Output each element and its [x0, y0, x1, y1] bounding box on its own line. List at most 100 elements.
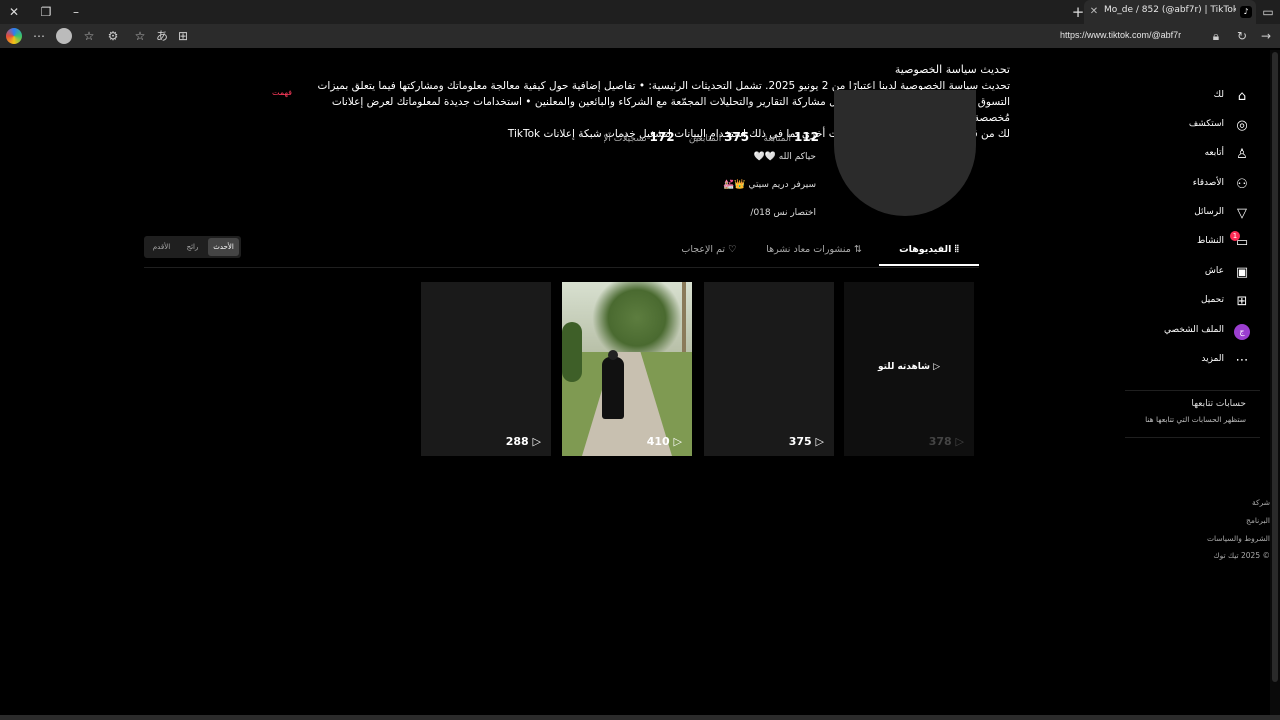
close-window-icon[interactable]: ✕: [2, 0, 26, 24]
video-card[interactable]: 410 ▷: [562, 282, 692, 456]
video-card[interactable]: 375 ▷: [704, 282, 834, 456]
favorites-icon[interactable]: ☆: [80, 27, 98, 45]
minimize-window-icon[interactable]: –: [64, 0, 88, 24]
restore-window-icon[interactable]: ❐: [34, 0, 58, 24]
sidebar-item-label: تحميل: [1200, 295, 1224, 305]
likes-label: تسجيلات الإعجاب: [604, 134, 647, 144]
bio-line: حياكم الله 🤍🤍: [753, 152, 816, 162]
sidebar-item-explore[interactable]: ◎ استكشف: [1120, 115, 1260, 137]
add-favorite-icon[interactable]: ☆: [131, 27, 149, 45]
tab-close-icon[interactable]: ✕: [1086, 0, 1102, 24]
user-follow-icon: ♙: [1236, 147, 1248, 162]
sort-latest-button[interactable]: الأحدث: [208, 238, 239, 256]
upload-icon: ⊞: [1236, 294, 1248, 309]
video-card[interactable]: 288 ▷: [421, 282, 551, 456]
compass-icon: ◎: [1236, 118, 1248, 133]
sidebar-item-label: عاش: [1204, 266, 1224, 276]
active-tab-indicator: [879, 264, 979, 266]
sidebar-item-friends[interactable]: ⚇ الأصدقاء: [1120, 174, 1260, 196]
thumbnail-pole: [682, 282, 686, 362]
page-viewport: تحديث سياسة الخصوصية تحديث سياسة الخصوصي…: [4, 50, 1270, 715]
likes-count: 172: [649, 130, 675, 144]
video-views: 410 ▷: [647, 435, 682, 448]
sidebar-item-label: المزيد: [1201, 354, 1224, 364]
tab-reposts[interactable]: ⇅ منشورات معاد نشرها: [754, 236, 874, 264]
play-icon: ▷: [532, 435, 541, 448]
friends-icon: ⚇: [1236, 177, 1248, 192]
followers-count[interactable]: 375: [724, 130, 749, 144]
forward-icon[interactable]: →: [1257, 27, 1275, 45]
sort-toggle: الأحدث رائج الأقدم: [144, 236, 241, 258]
tiktok-icon: ♪: [1240, 6, 1252, 18]
sidebar-item-profile[interactable]: ج الملف الشخصي: [1120, 321, 1260, 343]
footer-link-program[interactable]: البرنامج: [1246, 516, 1270, 525]
sidebar-item-activity[interactable]: ▭ 1 النشاط: [1120, 231, 1260, 254]
notification-badge: 1: [1230, 231, 1240, 241]
followers-label: المتابعين: [688, 134, 722, 144]
watched-label: شاهدته للتو: [877, 362, 930, 372]
sidebar-item-more[interactable]: ⋯ المزيد: [1120, 350, 1260, 372]
browser-tab[interactable]: ✕ Mo_de / 852 (@abf7r) | TikTok ♪: [1084, 0, 1256, 24]
url-field[interactable]: https://www.tiktok.com/@abf7r: [1060, 30, 1204, 40]
grid-icon: ⦙⦙: [954, 244, 959, 255]
more-icon: ⋯: [1235, 353, 1249, 368]
home-icon: ⌂: [1237, 89, 1247, 104]
avatar[interactable]: [56, 28, 72, 44]
footer-link-terms[interactable]: الشروط والسياسات: [1207, 534, 1270, 543]
extensions-icon[interactable]: ⚙: [104, 27, 122, 45]
sidebar-item-label: الرسائل: [1194, 207, 1224, 217]
tab-liked[interactable]: ♡ تم الإعجاب: [654, 236, 764, 264]
video-views: 375 ▷: [789, 435, 824, 448]
profile-icon: ج: [1234, 324, 1250, 340]
send-icon: ▽: [1237, 206, 1247, 221]
scrollbar-thumb[interactable]: [1272, 52, 1278, 682]
lock-icon[interactable]: 🔒︎: [1207, 27, 1225, 45]
bio-link[interactable]: اختصار نس 018/: [516, 208, 816, 218]
play-icon: ▷: [955, 435, 964, 448]
sort-oldest-button[interactable]: الأقدم: [146, 238, 177, 256]
video-views: 378 ▷: [929, 435, 964, 448]
following-count[interactable]: 112: [794, 130, 819, 144]
tab-liked-label: تم الإعجاب: [681, 244, 726, 255]
sidebar-item-label: استكشف: [1188, 119, 1224, 129]
sidebar-item-messages[interactable]: ▽ الرسائل: [1120, 203, 1260, 225]
address-bar: ⋯ ☆ ⚙ ☆ あ ⊞ https://www.tiktok.com/@abf7…: [0, 24, 1280, 48]
window-bottom-edge: [0, 715, 1280, 720]
profile-picture[interactable]: [834, 90, 976, 216]
footer-link-company[interactable]: شركة: [1252, 498, 1270, 507]
play-icon: ▷: [933, 362, 941, 372]
collections-icon[interactable]: ⊞: [174, 27, 192, 45]
profile-stats: 112 المتابَعة 375 المتابعين 172 تسجيلات …: [604, 130, 819, 144]
thumbnail-tree: [592, 282, 682, 362]
footer-copyright: © 2025 تيك توك: [1213, 551, 1270, 560]
heart-off-icon: ♡: [728, 244, 737, 255]
live-icon: ▣: [1235, 265, 1249, 280]
watched-overlay: ▷ شاهدته للتو: [844, 362, 974, 372]
sidebar-item-following[interactable]: ♙ أتابعه: [1120, 144, 1260, 166]
sidebar-item-for-you[interactable]: ⌂ لك: [1120, 86, 1260, 108]
profile-tabs: الأحدث رائج الأقدم ♡ تم الإعجاب ⇅ منشورا…: [144, 236, 979, 268]
sidebar-item-label: الملف الشخصي: [1164, 325, 1224, 335]
tab-videos-label: الفيديوهات: [899, 244, 952, 255]
tab-actions-icon[interactable]: ▭: [1256, 0, 1280, 24]
thumbnail-character: [602, 357, 624, 419]
copilot-icon[interactable]: [6, 28, 22, 44]
sidebar-item-label: لك: [1213, 90, 1224, 100]
tab-videos[interactable]: ⦙⦙ الفيديوهات: [879, 236, 979, 264]
sort-popular-button[interactable]: رائج: [177, 238, 208, 256]
refresh-icon[interactable]: ↻: [1233, 27, 1251, 45]
video-card[interactable]: ▷ شاهدته للتو 378 ▷: [844, 282, 974, 456]
browser-tab-bar: ✕ ❐ – + ✕ Mo_de / 852 (@abf7r) | TikTok …: [0, 0, 1280, 24]
video-views: 288 ▷: [506, 435, 541, 448]
sidebar-item-label: أتابعه: [1204, 148, 1224, 158]
repost-icon: ⇅: [853, 244, 862, 255]
bio-line: سيرفر دريم سيتي 👑💒: [723, 180, 816, 190]
translate-icon[interactable]: あ: [153, 27, 171, 45]
banner-dismiss-button[interactable]: فهمت: [272, 88, 292, 97]
sidebar-item-upload[interactable]: ⊞ تحميل: [1120, 291, 1260, 313]
sidebar-item-live[interactable]: ▣ عاش: [1120, 262, 1260, 284]
thumbnail-bush: [562, 322, 582, 382]
view-count: 288: [505, 435, 529, 448]
more-icon[interactable]: ⋯: [30, 27, 48, 45]
tab-reposts-label: منشورات معاد نشرها: [766, 244, 851, 255]
